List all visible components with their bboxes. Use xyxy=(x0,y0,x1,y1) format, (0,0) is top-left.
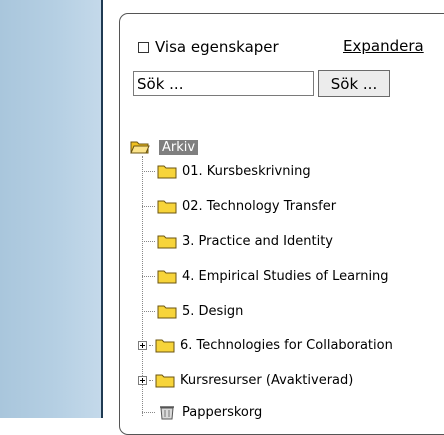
tree-connector xyxy=(142,411,155,413)
tree-item[interactable]: 5. Design xyxy=(142,301,243,321)
tree-item[interactable]: 02. Technology Transfer xyxy=(142,196,336,216)
folder-icon xyxy=(157,200,177,214)
show-properties-label[interactable]: Visa egenskaper xyxy=(155,38,279,56)
tree-connector xyxy=(142,275,155,277)
tree-connector xyxy=(142,170,155,172)
left-sidebar-background xyxy=(0,0,101,418)
tree-item-label[interactable]: Papperskorg xyxy=(182,405,262,420)
show-properties-checkbox[interactable] xyxy=(138,41,149,53)
tree-connector xyxy=(142,240,155,242)
search-input[interactable] xyxy=(133,71,314,96)
tree-root-item[interactable]: Arkiv xyxy=(130,137,199,157)
search-button[interactable]: Sök ... xyxy=(318,70,390,97)
tree-item[interactable]: Kursresurser (Avaktiverad) xyxy=(138,370,353,390)
folder-icon xyxy=(157,165,177,179)
tree-item-label[interactable]: 5. Design xyxy=(182,304,243,319)
tree-connector xyxy=(142,310,155,312)
tree-item[interactable]: 6. Technologies for Collaboration xyxy=(138,335,393,355)
tree-item[interactable]: 4. Empirical Studies of Learning xyxy=(142,266,389,286)
folder-icon xyxy=(155,339,175,353)
tree-item-label[interactable]: 3. Practice and Identity xyxy=(182,234,333,249)
folder-icon xyxy=(157,270,177,284)
tree-connector xyxy=(149,379,153,381)
expand-link[interactable]: Expandera xyxy=(343,37,424,55)
tree-item[interactable]: 01. Kursbeskrivning xyxy=(142,161,311,181)
tree-item-label[interactable]: 01. Kursbeskrivning xyxy=(182,164,311,179)
expand-plus-icon[interactable] xyxy=(138,340,147,350)
tree-item[interactable]: 3. Practice and Identity xyxy=(142,231,333,251)
tree-connector xyxy=(149,344,153,346)
tree-item-label[interactable]: 4. Empirical Studies of Learning xyxy=(182,269,389,284)
folder-open-icon xyxy=(130,141,150,154)
folder-icon xyxy=(155,374,175,388)
tree-item-label[interactable]: Kursresurser (Avaktiverad) xyxy=(180,373,353,388)
tree-item[interactable]: Papperskorg xyxy=(142,402,262,422)
tree-item-label[interactable]: 6. Technologies for Collaboration xyxy=(180,338,393,353)
tree-connector xyxy=(142,205,155,207)
sidebar-divider xyxy=(101,0,103,418)
expand-plus-icon[interactable] xyxy=(138,375,147,385)
tree-root-label[interactable]: Arkiv xyxy=(159,139,199,155)
show-properties-option[interactable]: Visa egenskaper xyxy=(138,36,279,58)
folder-icon xyxy=(157,235,177,249)
tree-item-label[interactable]: 02. Technology Transfer xyxy=(182,199,336,214)
folder-icon xyxy=(157,305,177,319)
